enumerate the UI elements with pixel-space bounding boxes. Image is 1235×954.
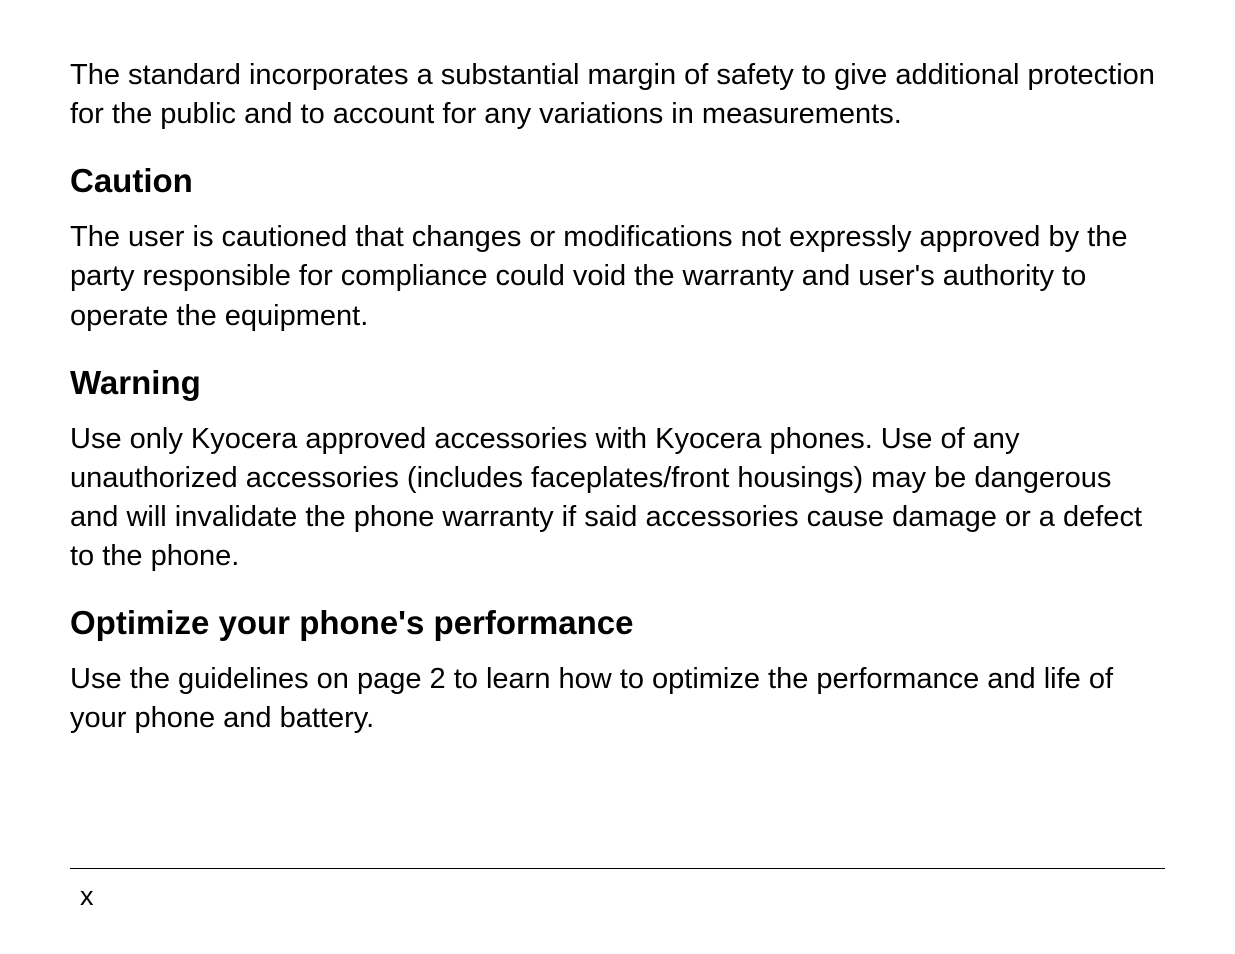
optimize-heading: Optimize your phone's performance [70,604,1165,642]
intro-paragraph: The standard incorporates a substantial … [70,56,1165,134]
footer-divider [70,868,1165,869]
document-content: The standard incorporates a substantial … [70,56,1165,739]
warning-body: Use only Kyocera approved accessories wi… [70,420,1165,577]
page-number: x [80,881,94,912]
optimize-body: Use the guidelines on page 2 to learn ho… [70,660,1165,738]
caution-heading: Caution [70,162,1165,200]
warning-heading: Warning [70,364,1165,402]
caution-body: The user is cautioned that changes or mo… [70,218,1165,335]
